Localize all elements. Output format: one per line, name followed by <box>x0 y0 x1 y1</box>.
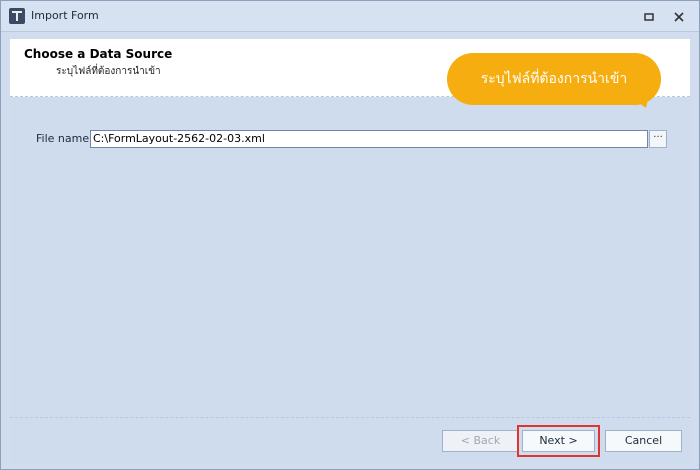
file-name-label: File name <box>36 132 90 145</box>
next-button-highlight <box>517 425 600 457</box>
wizard-content: File name ··· <box>10 97 690 417</box>
cancel-button[interactable]: Cancel <box>605 430 682 452</box>
window-title: Import Form <box>31 9 99 22</box>
callout-bubble: ระบุไฟล์ที่ต้องการนำเข้า <box>447 53 661 105</box>
page-subtitle: ระบุไฟล์ที่ต้องการนำเข้า <box>56 66 161 77</box>
callout-text: ระบุไฟล์ที่ต้องการนำเข้า <box>480 71 628 87</box>
title-bar: Import Form <box>1 1 699 32</box>
browse-button[interactable]: ··· <box>649 130 667 148</box>
back-button[interactable]: < Back <box>442 430 519 452</box>
wizard-footer: < Back Next > Cancel <box>10 417 690 464</box>
app-icon <box>9 8 25 24</box>
maximize-icon[interactable] <box>642 9 656 23</box>
close-icon[interactable] <box>672 9 686 23</box>
file-name-input[interactable] <box>90 130 648 148</box>
page-title: Choose a Data Source <box>24 47 173 61</box>
